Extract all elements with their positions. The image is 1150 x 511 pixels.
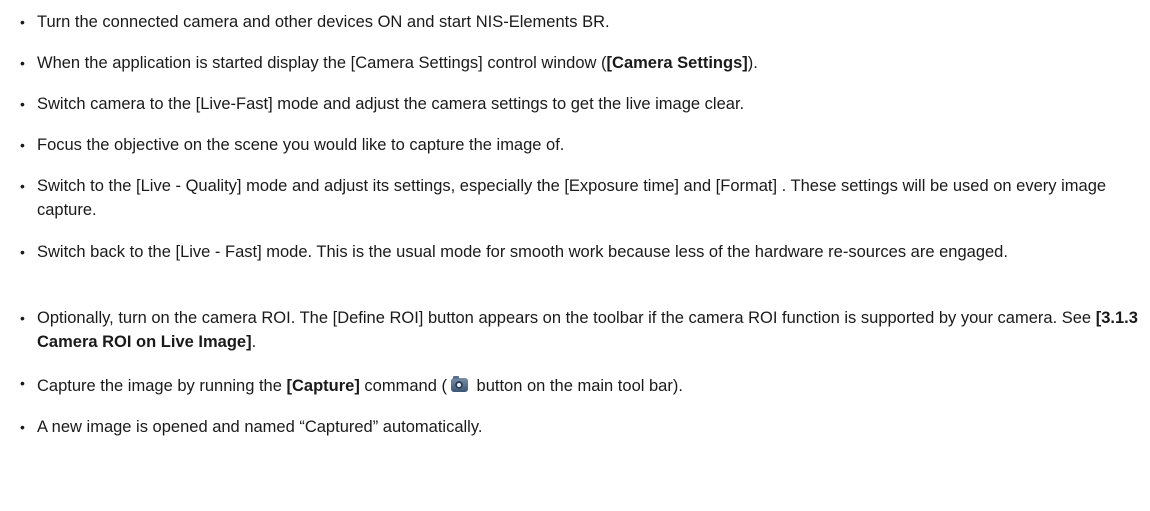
bullet: • — [20, 178, 25, 194]
capture-command: [Capture] — [286, 377, 360, 395]
step-text: Capture the image by running the — [37, 377, 287, 395]
step-text: Switch back to the [Live - Fast] mode. T… — [37, 243, 1008, 261]
list-item: • Switch to the [Live - Quality] mode an… — [20, 174, 1147, 222]
bullet: • — [20, 14, 25, 30]
bullet: • — [20, 375, 25, 391]
list-item: • A new image is opened and named “Captu… — [20, 415, 1147, 439]
step-text: Optionally, turn on the camera ROI. The … — [37, 309, 1096, 327]
step-text: Switch to the [Live - Quality] mode and … — [37, 177, 1107, 219]
list-item: • Switch camera to the [Live-Fast] mode … — [20, 92, 1147, 116]
bullet: • — [20, 137, 25, 153]
camera-icon — [450, 376, 468, 392]
step-text: Focus the objective on the scene you wou… — [37, 136, 565, 154]
bullet: • — [20, 96, 25, 112]
step-text: A new image is opened and named “Capture… — [37, 418, 483, 436]
document-page: • Turn the connected camera and other de… — [0, 0, 1150, 511]
bullet: • — [20, 419, 25, 435]
bullet: • — [20, 310, 25, 326]
list-item: • Optionally, turn on the camera ROI. Th… — [20, 306, 1147, 354]
list-item: • Capture the image by running the [Capt… — [20, 374, 1147, 398]
list-item: • Turn the connected camera and other de… — [20, 10, 1147, 34]
bullet: • — [20, 244, 25, 260]
list-item: • When the application is started displa… — [20, 51, 1147, 75]
link-camera-settings[interactable]: [Camera Settings] — [607, 54, 748, 72]
list-item: • Focus the objective on the scene you w… — [20, 133, 1147, 157]
step-text: Turn the connected camera and other devi… — [37, 13, 610, 31]
list-item: • Switch back to the [Live - Fast] mode.… — [20, 240, 1147, 264]
step-text-mid: command ( — [359, 377, 447, 395]
step-text: When the application is started display … — [37, 54, 607, 72]
step-text: Switch camera to the [Live-Fast] mode an… — [37, 95, 745, 113]
bullet: • — [20, 55, 25, 71]
step-text-end: button on the main tool bar). — [471, 377, 683, 395]
step-text-end: ). — [747, 54, 758, 72]
step-text-end: . — [251, 333, 257, 351]
